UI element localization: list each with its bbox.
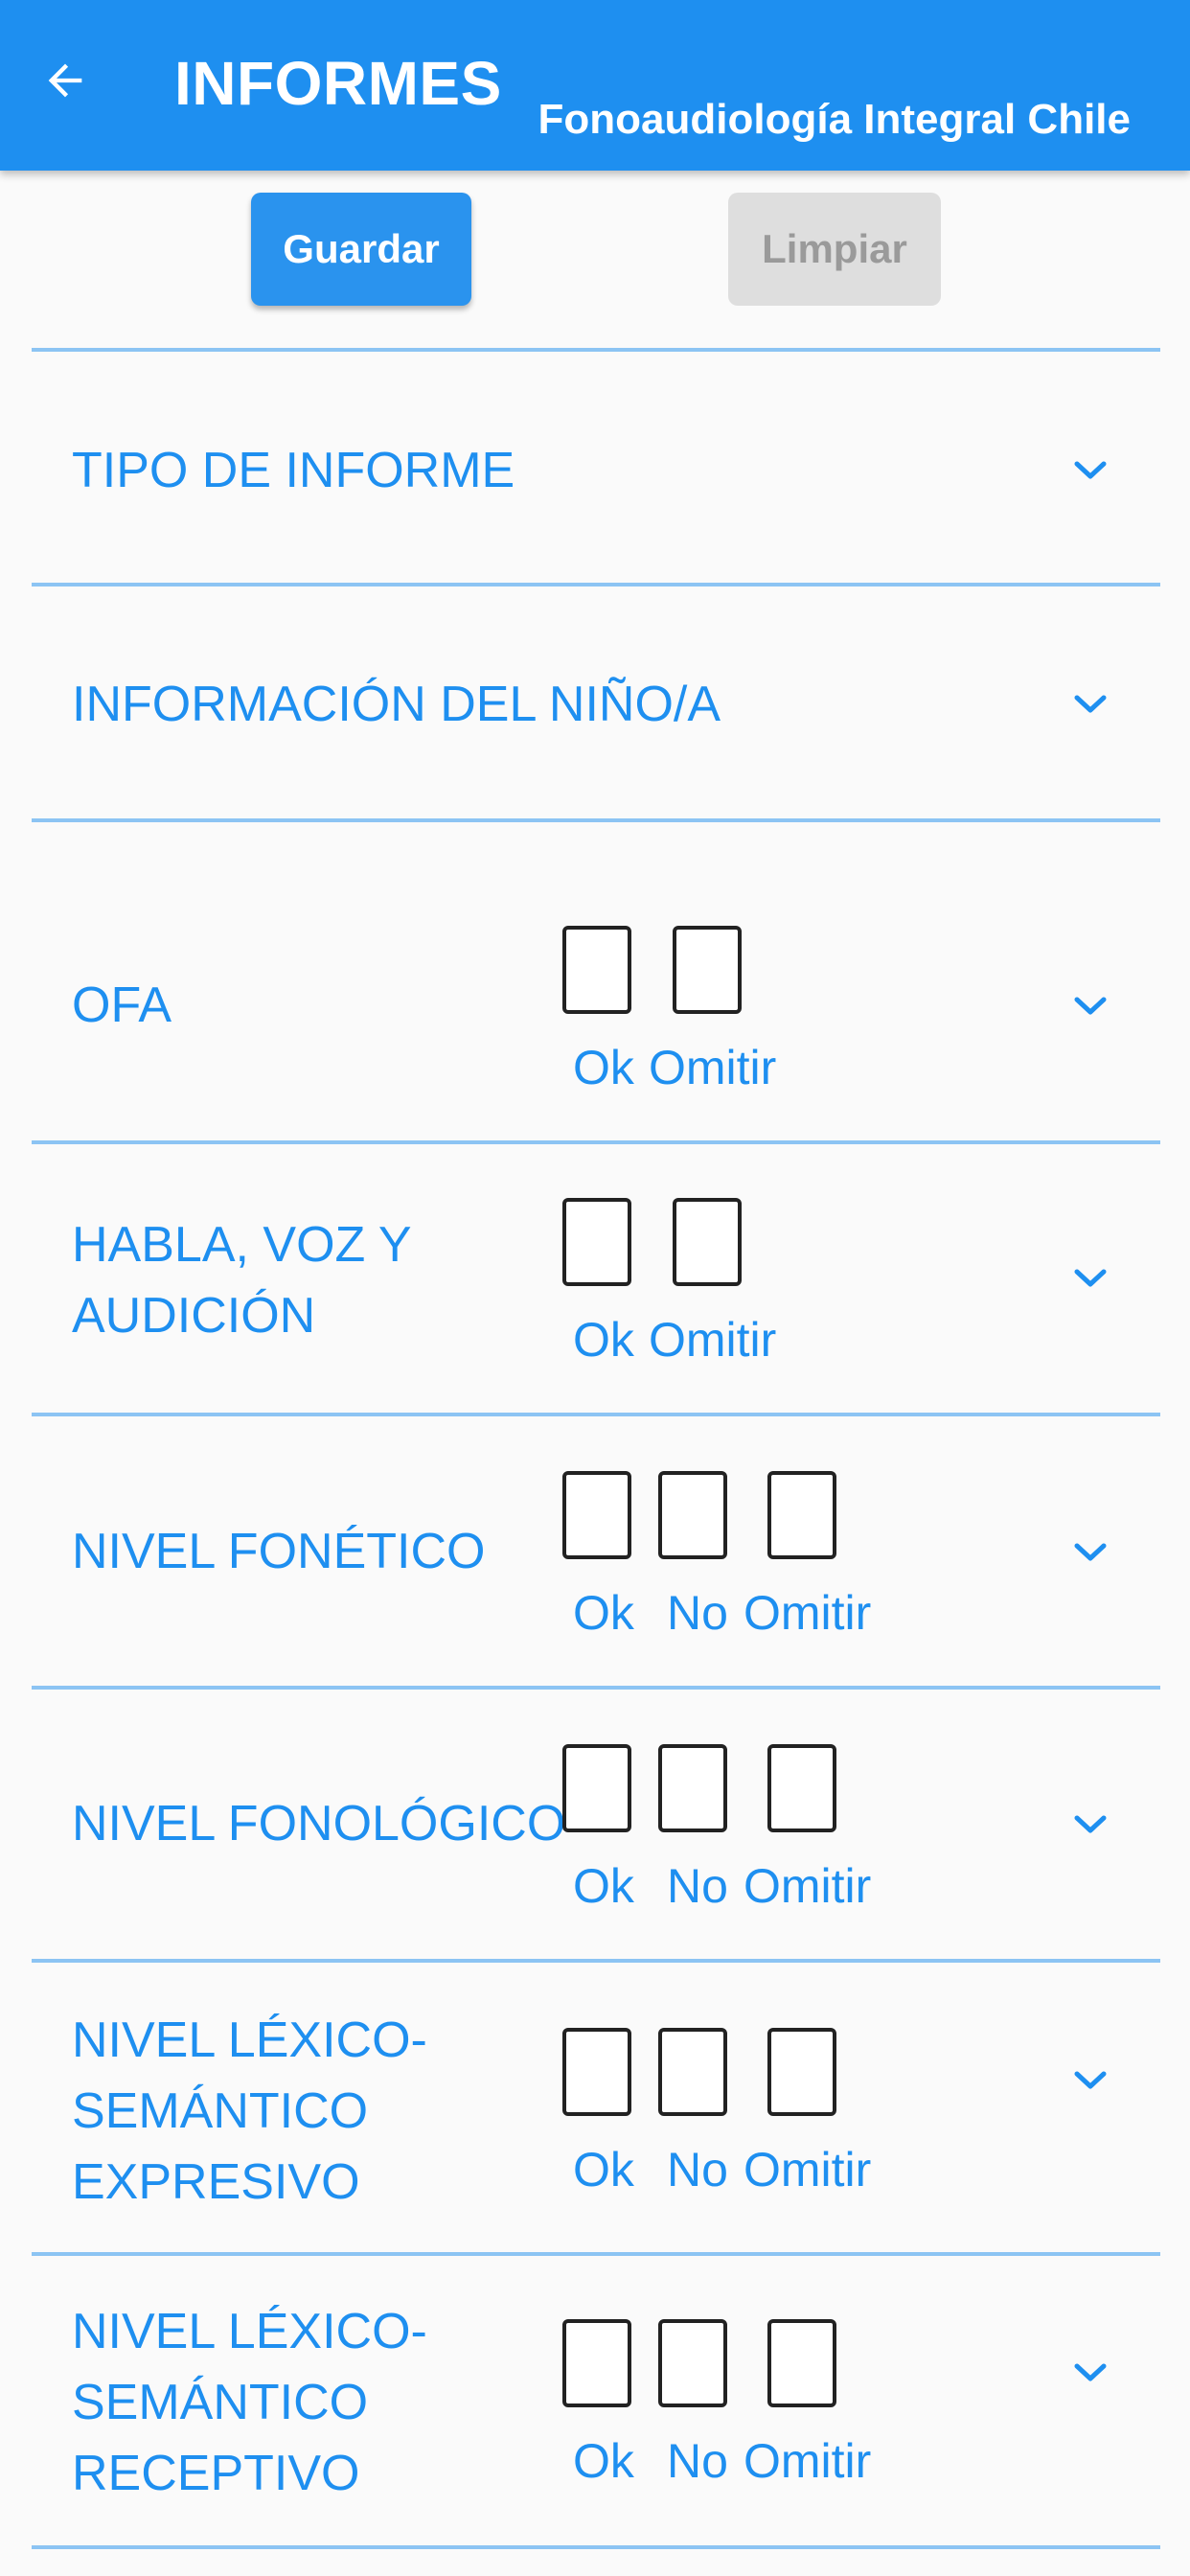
checkbox-label-omitir: Omitir xyxy=(649,1041,777,1094)
checkbox-ok[interactable] xyxy=(562,2028,631,2116)
expand-habla-voz-audicion[interactable] xyxy=(1071,1259,1110,1298)
expand-nivel-fonologico[interactable] xyxy=(1071,1806,1110,1844)
item-title: OFA xyxy=(72,970,172,1041)
checkbox-omitir[interactable] xyxy=(767,1744,836,1832)
section-informacion-nino-title: INFORMACIÓN DEL NIÑO/A xyxy=(72,677,721,732)
expand-lexico-semantico-receptivo[interactable] xyxy=(1071,2354,1110,2392)
divider xyxy=(32,1413,1160,1416)
item-title: HABLA, VOZ Y AUDICIÓN xyxy=(72,1209,412,1351)
checkbox-label-no: No xyxy=(667,1586,728,1640)
checkbox-label-ok: Ok xyxy=(573,1313,634,1367)
expand-tipo-informe[interactable] xyxy=(1071,451,1110,490)
checkbox-label-omitir: Omitir xyxy=(649,1313,777,1367)
divider xyxy=(32,1959,1160,1963)
chevron-down-icon xyxy=(1074,461,1107,479)
chevron-down-icon xyxy=(1074,997,1107,1015)
clear-button[interactable]: Limpiar xyxy=(728,193,941,306)
checkbox-no[interactable] xyxy=(658,1471,727,1559)
checkbox-label-omitir: Omitir xyxy=(744,1859,872,1913)
item-title-line: NIVEL FONOLÓGICO xyxy=(72,1796,566,1852)
expand-lexico-semantico-expresivo[interactable] xyxy=(1071,2061,1110,2100)
item-title-line: SEMÁNTICO xyxy=(72,2375,369,2430)
chevron-down-icon xyxy=(1074,1815,1107,1833)
checkbox-ok[interactable] xyxy=(562,926,631,1014)
checkbox-label-ok: Ok xyxy=(573,2143,634,2196)
save-button[interactable]: Guardar xyxy=(251,193,471,306)
back-button[interactable] xyxy=(34,50,96,111)
app-subtitle: Fonoaudiología Integral Chile xyxy=(538,96,1131,143)
checkbox-omitir[interactable] xyxy=(767,1471,836,1559)
checkbox-ok[interactable] xyxy=(562,1471,631,1559)
checkbox-label-no: No xyxy=(667,2434,728,2488)
checkbox-omitir[interactable] xyxy=(673,1198,742,1286)
chevron-down-icon xyxy=(1074,1269,1107,1287)
checkbox-no[interactable] xyxy=(658,2028,727,2116)
item-title: NIVEL LÉXICO- SEMÁNTICO EXPRESIVO xyxy=(72,2005,427,2218)
expand-nivel-fonetico[interactable] xyxy=(1071,1533,1110,1572)
checkbox-label-no: No xyxy=(667,2143,728,2196)
divider xyxy=(32,818,1160,822)
checkbox-label-omitir: Omitir xyxy=(744,1586,872,1640)
item-title-line: NIVEL LÉXICO- xyxy=(72,2304,427,2359)
checkbox-label-omitir: Omitir xyxy=(744,2434,872,2488)
section-tipo-informe-title: TIPO DE INFORME xyxy=(72,443,515,498)
chevron-down-icon xyxy=(1074,2363,1107,2381)
divider xyxy=(32,1686,1160,1690)
checkbox-label-no: No xyxy=(667,1859,728,1913)
checkbox-ok[interactable] xyxy=(562,2319,631,2407)
checkbox-no[interactable] xyxy=(658,1744,727,1832)
divider xyxy=(32,1140,1160,1144)
item-title-line: NIVEL FONÉTICO xyxy=(72,1524,486,1579)
page-title: INFORMES xyxy=(174,49,502,118)
chevron-down-icon xyxy=(1074,1543,1107,1561)
item-title-line: RECEPTIVO xyxy=(72,2446,360,2501)
item-title-line: HABLA, VOZ Y xyxy=(72,1217,412,1273)
arrow-left-icon xyxy=(48,63,82,98)
item-title: NIVEL FONOLÓGICO xyxy=(72,1788,565,1859)
item-title-line: NIVEL LÉXICO- xyxy=(72,2012,427,2068)
divider xyxy=(32,2545,1160,2549)
checkbox-no[interactable] xyxy=(658,2319,727,2407)
item-title: NIVEL LÉXICO- SEMÁNTICO RECEPTIVO xyxy=(72,2296,427,2509)
divider xyxy=(32,583,1160,586)
checkbox-ok[interactable] xyxy=(562,1198,631,1286)
chevron-down-icon xyxy=(1074,695,1107,713)
expand-ofa[interactable] xyxy=(1071,987,1110,1025)
item-title-line: EXPRESIVO xyxy=(72,2154,360,2210)
checkbox-ok[interactable] xyxy=(562,1744,631,1832)
app-bar: INFORMES Fonoaudiología Integral Chile xyxy=(0,0,1190,171)
chevron-down-icon xyxy=(1074,2071,1107,2089)
item-title-line: AUDICIÓN xyxy=(72,1288,316,1344)
expand-informacion-nino[interactable] xyxy=(1071,685,1110,724)
divider xyxy=(32,348,1160,352)
checkbox-label-omitir: Omitir xyxy=(744,2143,872,2196)
item-title: NIVEL FONÉTICO xyxy=(72,1516,485,1587)
checkbox-omitir[interactable] xyxy=(767,2028,836,2116)
item-title-line: OFA xyxy=(72,978,172,1033)
checkbox-label-ok: Ok xyxy=(573,2434,634,2488)
checkbox-label-ok: Ok xyxy=(573,1859,634,1913)
item-title-line: SEMÁNTICO xyxy=(72,2083,369,2139)
checkbox-label-ok: Ok xyxy=(573,1041,634,1094)
divider xyxy=(32,2252,1160,2256)
checkbox-omitir[interactable] xyxy=(673,926,742,1014)
checkbox-label-ok: Ok xyxy=(573,1586,634,1640)
checkbox-omitir[interactable] xyxy=(767,2319,836,2407)
